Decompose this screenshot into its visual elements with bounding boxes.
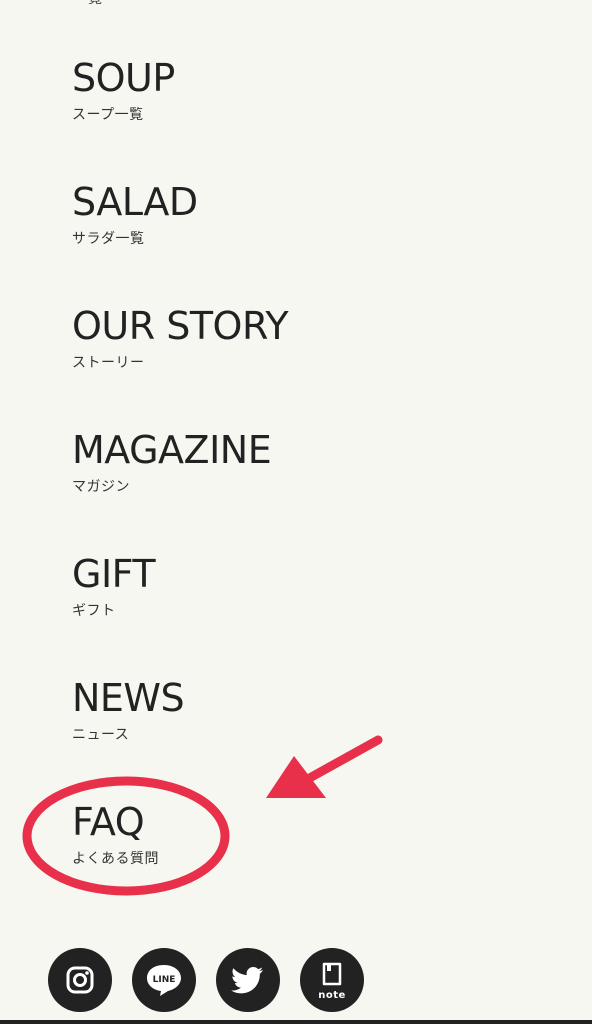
menu-item-subtitle: ギフト [72, 603, 116, 619]
bottom-divider [0, 1020, 592, 1024]
note-icon [322, 962, 342, 986]
menu-item-gift[interactable]: GIFT ギフト [72, 552, 432, 632]
menu-item-soup[interactable]: SOUP スープ一覧 [72, 56, 432, 136]
instagram-button[interactable] [48, 948, 112, 1012]
line-icon: LINE [147, 965, 181, 996]
menu-item-title: SALAD [72, 180, 198, 224]
social-links: LINE note [48, 948, 364, 1012]
menu-item-subtitle: マガジン [72, 479, 130, 495]
annotation-arrow-icon [266, 735, 383, 798]
twitter-button[interactable] [216, 948, 280, 1012]
annotation-circle [22, 776, 230, 896]
menu-item-title: GIFT [72, 552, 156, 596]
menu-item-title: NEWS [72, 676, 185, 720]
menu-item-subtitle: スープ一覧 [72, 107, 144, 123]
note-label: note [318, 990, 346, 1001]
menu-item-title: MAGAZINE [72, 428, 272, 472]
menu-item-magazine[interactable]: MAGAZINE マガジン [72, 428, 432, 508]
note-button[interactable]: note [300, 948, 364, 1012]
line-button[interactable]: LINE [132, 948, 196, 1012]
menu-item-title: SOUP [72, 56, 175, 100]
menu-item-subtitle: サラダ一覧 [72, 231, 145, 247]
menu-item-title: OUR STORY [72, 304, 289, 348]
menu-item-subtitle: ストーリー [72, 355, 145, 371]
menu-item-our-story[interactable]: OUR STORY ストーリー [72, 304, 432, 384]
menu-item-salad[interactable]: SALAD サラダ一覧 [72, 180, 432, 260]
twitter-icon [231, 967, 263, 994]
line-icon-text: LINE [153, 975, 176, 985]
instagram-icon [66, 966, 94, 994]
